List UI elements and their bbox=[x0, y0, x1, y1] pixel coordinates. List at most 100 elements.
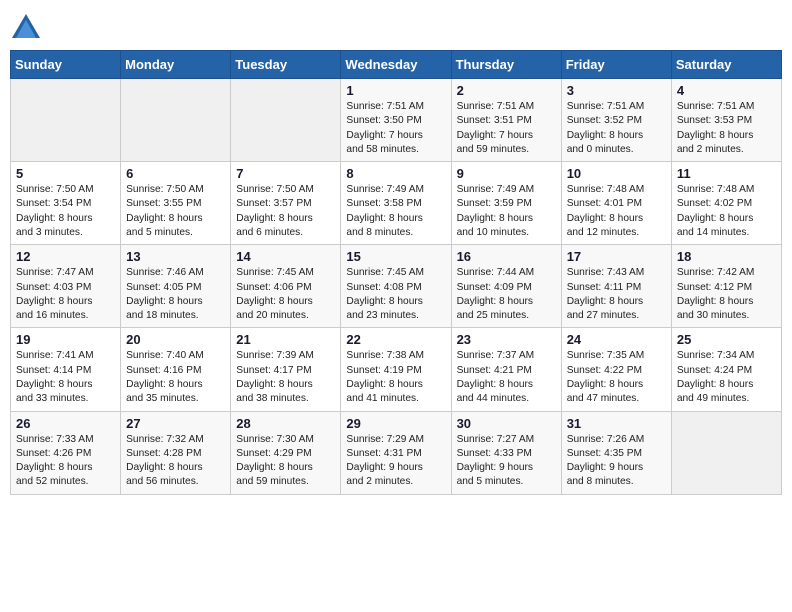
day-number: 28 bbox=[236, 416, 335, 431]
calendar-cell: 6 Sunrise: 7:50 AM Sunset: 3:55 PM Daylig… bbox=[121, 162, 231, 245]
calendar-cell: 26 Sunrise: 7:33 AM Sunset: 4:26 PM Dayli… bbox=[11, 411, 121, 494]
cell-content: Sunrise: 7:51 AM Sunset: 3:50 PM Dayligh… bbox=[346, 100, 445, 157]
day-number: 18 bbox=[677, 249, 776, 264]
day-number: 14 bbox=[236, 249, 335, 264]
cell-content: Sunrise: 7:43 AM Sunset: 4:11 PM Dayligh… bbox=[567, 266, 666, 323]
calendar-cell: 3 Sunrise: 7:51 AM Sunset: 3:52 PM Daylig… bbox=[561, 79, 671, 162]
calendar-cell: 29 Sunrise: 7:29 AM Sunset: 4:31 PM Dayli… bbox=[341, 411, 451, 494]
weekday-header-monday: Monday bbox=[121, 51, 231, 79]
cell-content: Sunrise: 7:41 AM Sunset: 4:14 PM Dayligh… bbox=[16, 349, 115, 406]
cell-content: Sunrise: 7:42 AM Sunset: 4:12 PM Dayligh… bbox=[677, 266, 776, 323]
day-number: 10 bbox=[567, 166, 666, 181]
cell-content: Sunrise: 7:34 AM Sunset: 4:24 PM Dayligh… bbox=[677, 349, 776, 406]
calendar-cell: 31Sunrise: 7:26 AM Sunset: 4:35 PM Dayli… bbox=[561, 411, 671, 494]
calendar-cell: 19 Sunrise: 7:41 AM Sunset: 4:14 PM Dayli… bbox=[11, 328, 121, 411]
cell-content: Sunrise: 7:33 AM Sunset: 4:26 PM Dayligh… bbox=[16, 433, 115, 490]
cell-content: Sunrise: 7:51 AM Sunset: 3:53 PM Dayligh… bbox=[677, 100, 776, 157]
cell-content: Sunrise: 7:50 AM Sunset: 3:57 PM Dayligh… bbox=[236, 183, 335, 240]
calendar-cell: 18 Sunrise: 7:42 AM Sunset: 4:12 PM Dayli… bbox=[671, 245, 781, 328]
day-number: 13 bbox=[126, 249, 225, 264]
cell-content: Sunrise: 7:49 AM Sunset: 3:59 PM Dayligh… bbox=[457, 183, 556, 240]
day-number: 15 bbox=[346, 249, 445, 264]
day-number: 9 bbox=[457, 166, 556, 181]
calendar-cell: 16 Sunrise: 7:44 AM Sunset: 4:09 PM Dayli… bbox=[451, 245, 561, 328]
calendar-week-row: 19 Sunrise: 7:41 AM Sunset: 4:14 PM Dayli… bbox=[11, 328, 782, 411]
cell-content: Sunrise: 7:29 AM Sunset: 4:31 PM Dayligh… bbox=[346, 433, 445, 490]
weekday-header-wednesday: Wednesday bbox=[341, 51, 451, 79]
day-number: 27 bbox=[126, 416, 225, 431]
calendar-cell: 11 Sunrise: 7:48 AM Sunset: 4:02 PM Dayli… bbox=[671, 162, 781, 245]
cell-content: Sunrise: 7:32 AM Sunset: 4:28 PM Dayligh… bbox=[126, 433, 225, 490]
day-number: 26 bbox=[16, 416, 115, 431]
calendar-cell: 10 Sunrise: 7:48 AM Sunset: 4:01 PM Dayli… bbox=[561, 162, 671, 245]
calendar-cell: 22 Sunrise: 7:38 AM Sunset: 4:19 PM Dayli… bbox=[341, 328, 451, 411]
calendar-cell: 9 Sunrise: 7:49 AM Sunset: 3:59 PM Daylig… bbox=[451, 162, 561, 245]
calendar-table: SundayMondayTuesdayWednesdayThursdayFrid… bbox=[10, 50, 782, 495]
day-number: 1 bbox=[346, 83, 445, 98]
day-number: 19 bbox=[16, 332, 115, 347]
cell-content: Sunrise: 7:45 AM Sunset: 4:08 PM Dayligh… bbox=[346, 266, 445, 323]
cell-content: Sunrise: 7:37 AM Sunset: 4:21 PM Dayligh… bbox=[457, 349, 556, 406]
calendar-week-row: 26 Sunrise: 7:33 AM Sunset: 4:26 PM Dayli… bbox=[11, 411, 782, 494]
day-number: 5 bbox=[16, 166, 115, 181]
calendar-cell bbox=[121, 79, 231, 162]
calendar-cell: 4 Sunrise: 7:51 AM Sunset: 3:53 PM Daylig… bbox=[671, 79, 781, 162]
cell-content: Sunrise: 7:40 AM Sunset: 4:16 PM Dayligh… bbox=[126, 349, 225, 406]
day-number: 11 bbox=[677, 166, 776, 181]
day-number: 25 bbox=[677, 332, 776, 347]
day-number: 31 bbox=[567, 416, 666, 431]
calendar-cell: 14Sunrise: 7:45 AM Sunset: 4:06 PM Dayli… bbox=[231, 245, 341, 328]
weekday-header-row: SundayMondayTuesdayWednesdayThursdayFrid… bbox=[11, 51, 782, 79]
calendar-cell: 25 Sunrise: 7:34 AM Sunset: 4:24 PM Dayli… bbox=[671, 328, 781, 411]
day-number: 29 bbox=[346, 416, 445, 431]
calendar-cell: 30 Sunrise: 7:27 AM Sunset: 4:33 PM Dayli… bbox=[451, 411, 561, 494]
day-number: 16 bbox=[457, 249, 556, 264]
calendar-cell: 13 Sunrise: 7:46 AM Sunset: 4:05 PM Dayli… bbox=[121, 245, 231, 328]
cell-content: Sunrise: 7:50 AM Sunset: 3:54 PM Dayligh… bbox=[16, 183, 115, 240]
cell-content: Sunrise: 7:38 AM Sunset: 4:19 PM Dayligh… bbox=[346, 349, 445, 406]
day-number: 4 bbox=[677, 83, 776, 98]
cell-content: Sunrise: 7:39 AM Sunset: 4:17 PM Dayligh… bbox=[236, 349, 335, 406]
cell-content: Sunrise: 7:48 AM Sunset: 4:02 PM Dayligh… bbox=[677, 183, 776, 240]
day-number: 7 bbox=[236, 166, 335, 181]
cell-content: Sunrise: 7:48 AM Sunset: 4:01 PM Dayligh… bbox=[567, 183, 666, 240]
day-number: 12 bbox=[16, 249, 115, 264]
day-number: 8 bbox=[346, 166, 445, 181]
weekday-header-thursday: Thursday bbox=[451, 51, 561, 79]
calendar-week-row: 1 Sunrise: 7:51 AM Sunset: 3:50 PM Daylig… bbox=[11, 79, 782, 162]
calendar-cell: 20Sunrise: 7:40 AM Sunset: 4:16 PM Dayli… bbox=[121, 328, 231, 411]
calendar-week-row: 12 Sunrise: 7:47 AM Sunset: 4:03 PM Dayli… bbox=[11, 245, 782, 328]
cell-content: Sunrise: 7:50 AM Sunset: 3:55 PM Dayligh… bbox=[126, 183, 225, 240]
day-number: 21 bbox=[236, 332, 335, 347]
cell-content: Sunrise: 7:47 AM Sunset: 4:03 PM Dayligh… bbox=[16, 266, 115, 323]
calendar-cell: 1 Sunrise: 7:51 AM Sunset: 3:50 PM Daylig… bbox=[341, 79, 451, 162]
calendar-cell bbox=[231, 79, 341, 162]
calendar-cell bbox=[671, 411, 781, 494]
cell-content: Sunrise: 7:46 AM Sunset: 4:05 PM Dayligh… bbox=[126, 266, 225, 323]
cell-content: Sunrise: 7:35 AM Sunset: 4:22 PM Dayligh… bbox=[567, 349, 666, 406]
cell-content: Sunrise: 7:44 AM Sunset: 4:09 PM Dayligh… bbox=[457, 266, 556, 323]
calendar-cell: 5 Sunrise: 7:50 AM Sunset: 3:54 PM Daylig… bbox=[11, 162, 121, 245]
calendar-cell: 2 Sunrise: 7:51 AM Sunset: 3:51 PM Daylig… bbox=[451, 79, 561, 162]
day-number: 17 bbox=[567, 249, 666, 264]
logo-icon bbox=[10, 10, 42, 42]
cell-content: Sunrise: 7:51 AM Sunset: 3:51 PM Dayligh… bbox=[457, 100, 556, 157]
calendar-cell: 23Sunrise: 7:37 AM Sunset: 4:21 PM Dayli… bbox=[451, 328, 561, 411]
cell-content: Sunrise: 7:51 AM Sunset: 3:52 PM Dayligh… bbox=[567, 100, 666, 157]
day-number: 3 bbox=[567, 83, 666, 98]
weekday-header-tuesday: Tuesday bbox=[231, 51, 341, 79]
day-number: 6 bbox=[126, 166, 225, 181]
weekday-header-saturday: Saturday bbox=[671, 51, 781, 79]
logo bbox=[10, 10, 46, 42]
cell-content: Sunrise: 7:27 AM Sunset: 4:33 PM Dayligh… bbox=[457, 433, 556, 490]
page-header bbox=[10, 10, 782, 42]
day-number: 22 bbox=[346, 332, 445, 347]
cell-content: Sunrise: 7:30 AM Sunset: 4:29 PM Dayligh… bbox=[236, 433, 335, 490]
day-number: 2 bbox=[457, 83, 556, 98]
calendar-cell: 28 Sunrise: 7:30 AM Sunset: 4:29 PM Dayli… bbox=[231, 411, 341, 494]
calendar-cell: 15 Sunrise: 7:45 AM Sunset: 4:08 PM Dayli… bbox=[341, 245, 451, 328]
day-number: 30 bbox=[457, 416, 556, 431]
calendar-cell: 27 Sunrise: 7:32 AM Sunset: 4:28 PM Dayli… bbox=[121, 411, 231, 494]
calendar-cell: 7 Sunrise: 7:50 AM Sunset: 3:57 PM Daylig… bbox=[231, 162, 341, 245]
day-number: 24 bbox=[567, 332, 666, 347]
